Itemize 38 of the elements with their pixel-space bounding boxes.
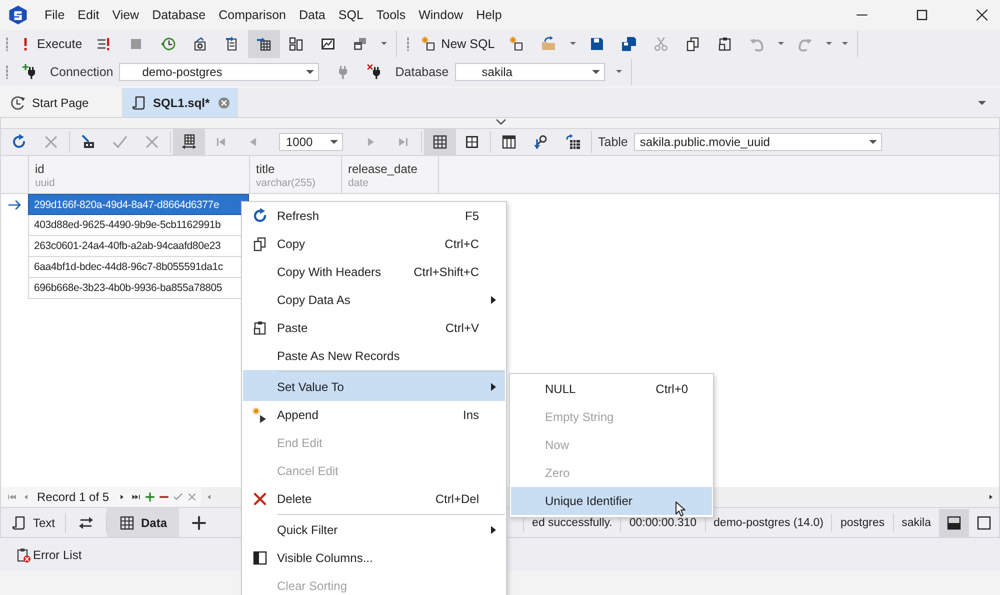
menu-item[interactable]: Help [470, 8, 508, 22]
menu-item[interactable]: NULL Ctrl+0 [511, 375, 712, 403]
database-combo[interactable]: sakila [454, 63, 605, 81]
connection-combo[interactable]: demo-postgres [119, 63, 320, 81]
menu-item[interactable]: Paste Ctrl+V [243, 314, 505, 342]
menu-item[interactable]: Database [146, 8, 212, 22]
menu-item[interactable]: Append Ins [243, 401, 505, 429]
menu-item[interactable]: Set Value To [243, 370, 505, 401]
database-label: Database [394, 65, 450, 79]
table-combo[interactable]: sakila.public.movie_uuid [634, 133, 882, 151]
page-size-combo[interactable]: 1000 [279, 133, 343, 151]
menu-item[interactable]: File [38, 8, 72, 22]
record-counter: Record 1 of 5 [37, 490, 110, 504]
view-tab[interactable]: Data [107, 508, 180, 537]
menu-item[interactable]: Delete Ctrl+Del [243, 485, 505, 513]
connection-label: Connection [49, 65, 114, 79]
document-tab[interactable]: Start Page [0, 88, 123, 117]
menu-item[interactable]: Edit [71, 8, 106, 22]
menu-item[interactable]: Visible Columns... [243, 544, 505, 572]
execute-button[interactable]: Execute [14, 30, 88, 58]
document-tab[interactable]: SQL1.sql* [123, 88, 238, 117]
table-cell: 299d166f-820a-49d4-8a47-d8664d6377e [28, 194, 249, 215]
table-label: Table [597, 135, 629, 149]
column-header[interactable]: id uuid [28, 156, 249, 193]
status-text: postgres [831, 514, 893, 532]
menu-item[interactable]: SQL [332, 8, 370, 22]
column-header[interactable]: release_date date [341, 156, 439, 193]
error-list-button[interactable]: Error List [15, 546, 82, 562]
menu-item[interactable]: Tools [370, 8, 412, 22]
new-sql-button[interactable]: New SQL [415, 30, 501, 58]
menu-item[interactable]: View [106, 8, 146, 22]
menu-item[interactable]: Comparison [212, 8, 292, 22]
menu-item[interactable]: Unique Identifier [511, 487, 712, 515]
menu-item[interactable]: Window [412, 8, 470, 22]
menu-item[interactable]: Paste As New Records [243, 342, 505, 370]
menu-item[interactable]: Data [292, 8, 332, 22]
view-tab[interactable]: Text [1, 508, 66, 537]
column-header[interactable]: title varchar(255) [249, 156, 341, 193]
